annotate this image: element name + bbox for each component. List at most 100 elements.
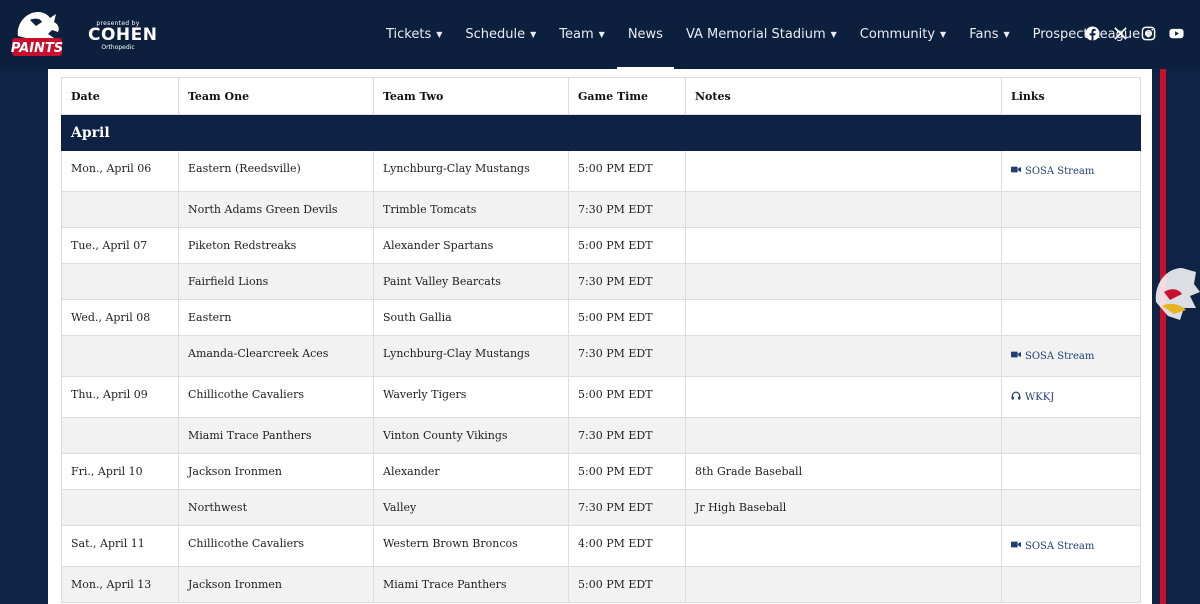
table-row: Mon., April 13 Jackson Ironmen Miami Trace… [61,566,1141,603]
game-link[interactable]: SOSA Stream [1011,540,1094,552]
nav-item-label: News [627,27,663,42]
cell-links [1001,299,1141,336]
cell-date: Mon., April 13 [61,566,179,603]
column-header-date: Date [61,77,179,115]
facebook-icon[interactable] [1085,26,1100,41]
cell-links: SOSA Stream [1001,525,1141,567]
table-row: Northwest Valley 7:30 PM EDT Jr High Baseba… [61,489,1141,526]
cell-team-one: Chillicothe Cavaliers [178,525,374,567]
nav-item-schedule[interactable]: Schedule ▼ [465,0,536,69]
table-row: Mon., April 06 Eastern (Reedsville) Lynchb… [61,150,1141,192]
cell-team-two: Valley [373,489,569,526]
nav-item-tickets[interactable]: Tickets ▼ [386,0,442,69]
main-nav: Tickets ▼ Schedule ▼ Team ▼ News VA Memorial St… [386,0,1151,69]
cell-time: 7:30 PM EDT [568,335,686,377]
nav-item-label: Schedule [465,27,526,42]
cell-notes: Jr High Baseball [685,489,1002,526]
cell-team-two: Lynchburg-Clay Mustangs [373,150,569,192]
cell-date: Wed., April 08 [61,299,179,336]
cell-links [1001,453,1141,490]
game-link[interactable]: SOSA Stream [1011,350,1094,362]
caret-down-icon: ▼ [436,30,443,39]
cell-notes [685,191,1002,228]
x-icon[interactable] [1113,26,1128,41]
cell-time: 7:30 PM EDT [568,191,686,228]
cell-notes [685,150,1002,192]
cell-time: 4:00 PM EDT [568,525,686,567]
nav-item-community[interactable]: Community ▼ [860,0,946,69]
nav-item-label: Team [559,27,594,42]
column-header-team-one: Team One [178,77,374,115]
instagram-icon[interactable] [1141,26,1156,41]
game-link-label: WKKJ [1025,391,1055,403]
cell-links: WKKJ [1001,376,1141,418]
cell-notes: 8th Grade Baseball [685,453,1002,490]
cell-team-one: Fairfield Lions [178,263,374,300]
caret-down-icon: ▼ [598,30,605,39]
cell-links [1001,489,1141,526]
cell-date: Sat., April 11 [61,525,179,567]
cell-date: Fri., April 10 [61,453,179,490]
cell-time: 5:00 PM EDT [568,150,686,192]
caret-down-icon: ▼ [830,30,837,39]
cell-team-two: Paint Valley Bearcats [373,263,569,300]
cell-date: Mon., April 06 [61,150,179,192]
cell-notes [685,566,1002,603]
youtube-icon[interactable] [1169,26,1184,41]
cell-links: SOSA Stream [1001,150,1141,192]
cell-date [61,263,179,300]
nav-item-label: VA Memorial Stadium [685,27,826,42]
nav-item-news[interactable]: News [616,0,675,69]
column-header-team-two: Team Two [373,77,569,115]
cell-date: Thu., April 09 [61,376,179,418]
cell-notes [685,335,1002,377]
cell-notes [685,263,1002,300]
cell-team-one: Jackson Ironmen [178,453,374,490]
month-label: April [61,114,1141,151]
cell-links [1001,191,1141,228]
cell-team-one: Miami Trace Panthers [178,417,374,454]
paints-logo[interactable]: PAINTS [8,6,66,62]
game-link-label: SOSA Stream [1025,350,1095,362]
caret-down-icon: ▼ [940,30,947,39]
cell-links: SOSA Stream [1001,335,1141,377]
cell-team-one: Eastern [178,299,374,336]
cell-team-two: Miami Trace Panthers [373,566,569,603]
headphones-icon [1011,391,1021,403]
column-header-notes: Notes [685,77,1002,115]
cell-time: 5:00 PM EDT [568,453,686,490]
cell-notes [685,227,1002,264]
cell-notes [685,417,1002,454]
table-row: Amanda-Clearcreek Aces Lynchburg-Clay Mus… [61,335,1141,377]
nav-item-team[interactable]: Team ▼ [559,0,605,69]
cell-date: Tue., April 07 [61,227,179,264]
game-link-label: SOSA Stream [1025,165,1095,177]
table-row: Fri., April 10 Jackson Ironmen Alexander 5:… [61,453,1141,490]
cell-time: 5:00 PM EDT [568,566,686,603]
cell-time: 5:00 PM EDT [568,299,686,336]
cell-links [1001,417,1141,454]
background-mascot-graphic [1150,262,1200,338]
table-header-row: Date Team One Team Two Game Time Notes L… [61,77,1141,115]
sponsor-sub: Orthopedic [101,44,135,51]
cell-time: 5:00 PM EDT [568,376,686,418]
caret-down-icon: ▼ [1003,30,1010,39]
cell-team-one: Eastern (Reedsville) [178,150,374,192]
nav-item-va-memorial-stadium[interactable]: VA Memorial Stadium ▼ [686,0,837,69]
cell-team-one: North Adams Green Devils [178,191,374,228]
game-link[interactable]: WKKJ [1011,391,1054,403]
cell-team-one: Chillicothe Cavaliers [178,376,374,418]
cell-time: 5:00 PM EDT [568,227,686,264]
cell-team-two: Vinton County Vikings [373,417,569,454]
table-row: Sat., April 11 Chillicothe Cavaliers Weste… [61,525,1141,567]
cell-team-two: South Gallia [373,299,569,336]
nav-item-fans[interactable]: Fans ▼ [969,0,1009,69]
cell-team-two: Trimble Tomcats [373,191,569,228]
table-row: Wed., April 08 Eastern South Gallia 5:00 PM… [61,299,1141,336]
cell-date [61,335,179,377]
cell-time: 7:30 PM EDT [568,417,686,454]
cell-links [1001,566,1141,603]
video-camera-icon [1011,165,1021,177]
sponsor-badge[interactable]: presented by COHEN Orthopedic [88,20,157,54]
game-link[interactable]: SOSA Stream [1011,165,1094,177]
